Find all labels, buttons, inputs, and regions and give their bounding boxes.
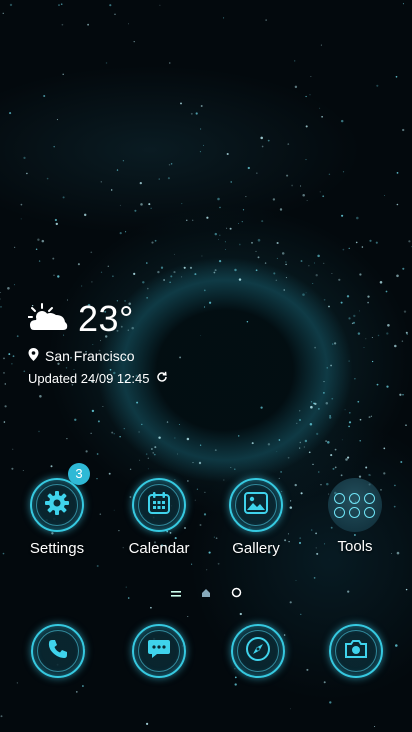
app-label: Gallery [232, 540, 280, 557]
folder-icon [328, 478, 382, 532]
calendar-app-icon [132, 478, 186, 532]
browser-app-icon [231, 624, 285, 678]
app-label: Settings [29, 540, 85, 557]
calendar-icon [147, 491, 171, 520]
dock-browser[interactable] [230, 624, 286, 678]
messages-app-icon [132, 624, 186, 678]
phone-app-icon [31, 624, 85, 678]
location-name: San Francisco [45, 348, 135, 364]
settings-app-icon [30, 478, 84, 532]
page-indicator[interactable] [0, 585, 412, 603]
compass-icon [245, 636, 271, 667]
gear-icon [44, 490, 70, 521]
location-pin-icon [28, 348, 39, 364]
camera-app-icon [329, 624, 383, 678]
page-dot-current[interactable] [231, 585, 242, 603]
dock-camera[interactable] [328, 624, 384, 678]
home-page-icon[interactable] [201, 585, 211, 603]
app-label: Calendar [128, 540, 190, 557]
partly-cloudy-icon [27, 302, 68, 336]
phone-icon [47, 638, 69, 665]
app-label: Tools [337, 538, 373, 555]
updated-time: Updated 24/09 12:45 [28, 371, 150, 386]
menu-page-icon[interactable] [170, 585, 181, 603]
temperature: 23° [78, 298, 134, 339]
image-icon [244, 491, 268, 519]
notification-badge: 3 [68, 463, 90, 485]
gallery-app-icon [229, 478, 283, 532]
camera-icon [344, 639, 368, 664]
weather-widget[interactable]: 23° San Francisco Updated 24/09 12:45 [27, 298, 168, 386]
app-folder-tools[interactable]: Tools [310, 478, 400, 555]
refresh-icon[interactable] [156, 371, 168, 386]
dock-phone[interactable] [30, 624, 86, 678]
app-calendar[interactable]: Calendar [114, 478, 204, 557]
app-gallery[interactable]: Gallery [211, 478, 301, 557]
message-icon [147, 638, 171, 665]
dock-messages[interactable] [131, 624, 187, 678]
app-settings[interactable]: Settings [12, 478, 102, 557]
